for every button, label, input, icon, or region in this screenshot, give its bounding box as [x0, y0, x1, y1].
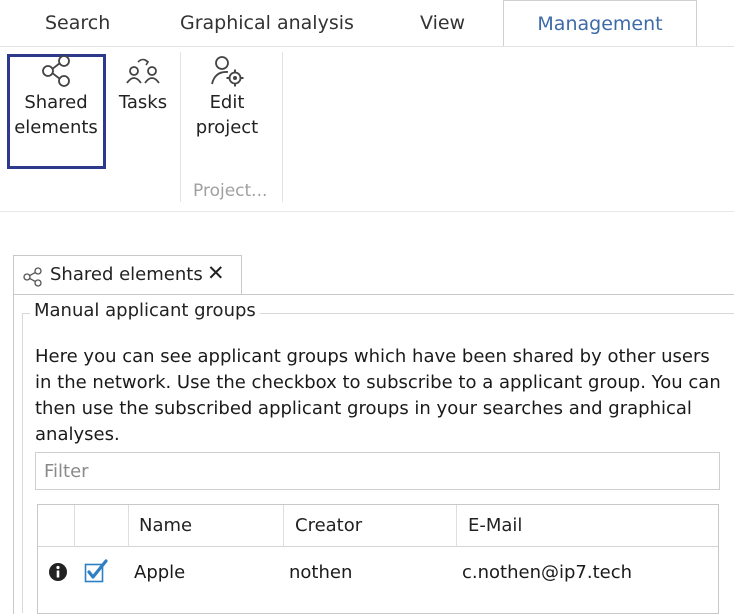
tasks-button[interactable]: Tasks — [112, 52, 174, 115]
ribbon-group-label: Project... — [193, 181, 268, 201]
shared-elements-label-1: Shared — [24, 92, 88, 113]
column-header-email[interactable]: E-Mail — [468, 505, 522, 547]
tasks-icon — [126, 58, 160, 84]
column-separator — [128, 505, 129, 547]
ribbon-group-separator-2 — [282, 52, 283, 202]
table-header: Name Creator E-Mail — [38, 505, 718, 547]
applicant-groups-table: Name Creator E-Mail Apple nothen c.nothe… — [37, 504, 719, 614]
column-header-creator[interactable]: Creator — [295, 505, 362, 547]
info-icon[interactable] — [48, 562, 68, 582]
column-separator — [74, 505, 75, 547]
column-separator — [456, 505, 457, 547]
group-description: Here you can see applicant groups which … — [35, 346, 721, 445]
filter-input[interactable] — [35, 452, 720, 490]
close-icon[interactable]: ✕ — [207, 261, 225, 285]
user-gear-icon — [211, 56, 244, 87]
document-tab-shared-elements[interactable]: Shared elements ✕ — [13, 255, 242, 295]
shared-elements-label-2: elements — [14, 117, 98, 138]
tab-graphical-analysis[interactable]: Graphical analysis — [180, 0, 354, 46]
share-icon — [23, 267, 42, 287]
share-icon — [42, 55, 70, 87]
cell-name: Apple — [134, 562, 186, 583]
ribbon-tab-divider — [0, 46, 734, 47]
tasks-label: Tasks — [118, 92, 168, 113]
edit-project-button[interactable]: Edit project — [186, 52, 268, 140]
column-separator — [283, 505, 284, 547]
ribbon-group-separator — [180, 52, 181, 202]
subscribe-checkbox[interactable] — [84, 559, 110, 583]
cell-email: c.nothen@ip7.tech — [462, 562, 633, 583]
column-header-name[interactable]: Name — [139, 505, 192, 547]
cell-creator: nothen — [289, 562, 353, 583]
tab-management[interactable]: Management — [503, 0, 697, 46]
table-row[interactable]: Apple nothen c.nothen@ip7.tech — [38, 547, 718, 597]
tab-search[interactable]: Search — [45, 0, 110, 46]
tab-view[interactable]: View — [420, 0, 465, 46]
group-title: Manual applicant groups — [30, 300, 260, 321]
ribbon-bottom-border — [0, 211, 734, 212]
document-tab-label: Shared elements — [50, 264, 203, 285]
shared-elements-button[interactable]: Shared elements — [14, 52, 98, 140]
edit-project-label-1: Edit — [209, 92, 245, 113]
edit-project-label-2: project — [195, 117, 259, 138]
